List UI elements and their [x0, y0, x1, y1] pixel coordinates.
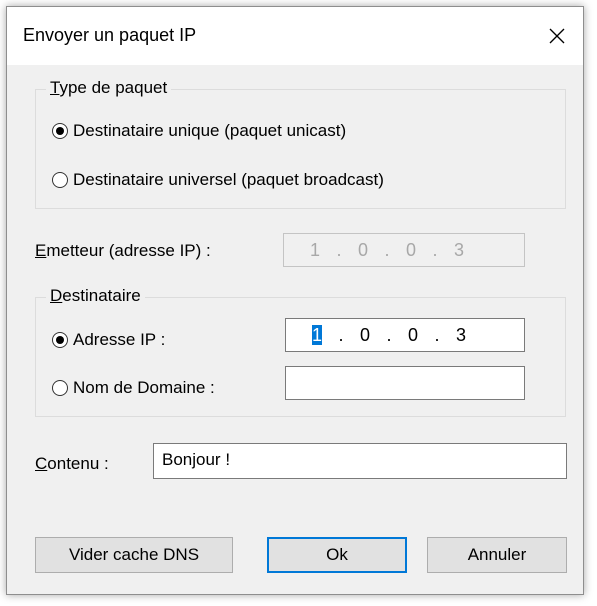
- cancel-button[interactable]: Annuler: [427, 537, 567, 573]
- sender-ip-octet-4: 3: [453, 239, 464, 260]
- clear-dns-cache-button[interactable]: Vider cache DNS: [35, 537, 233, 573]
- sender-label: Emetteur (adresse IP) :: [35, 241, 211, 260]
- sender-ip-octet-2: 0: [357, 239, 368, 260]
- radio-unicast-indicator[interactable]: [52, 123, 68, 139]
- radio-ip-address-label: Adresse IP :: [73, 330, 166, 349]
- sender-ip-octet-1: 1: [309, 239, 320, 260]
- radio-unicast-label: Destinataire unique (paquet unicast): [73, 121, 347, 140]
- content-input[interactable]: Bonjour !: [153, 443, 567, 479]
- ok-button[interactable]: Ok: [267, 537, 407, 573]
- recipient-ip-field[interactable]: 1.0.0.3: [285, 318, 525, 352]
- window-title: Envoyer un paquet IP: [23, 25, 197, 45]
- radio-domain-name-label: Nom de Domaine :: [73, 378, 215, 397]
- recipient-ip-octet-3[interactable]: 0: [400, 325, 426, 346]
- packet-type-legend: Type de paquet: [46, 78, 172, 98]
- radio-unicast[interactable]: Destinataire unique (paquet unicast): [52, 121, 346, 141]
- content-value: Bonjour !: [162, 450, 231, 469]
- packet-type-group: Type de paquet: [35, 78, 566, 209]
- sender-ip-field: 1.0.0.3: [283, 233, 525, 267]
- radio-domain-name[interactable]: Nom de Domaine :: [52, 378, 215, 398]
- recipient-ip-octet-4[interactable]: 3: [448, 325, 474, 346]
- close-button[interactable]: [531, 7, 583, 65]
- recipient-ip-octet-2[interactable]: 0: [352, 325, 378, 346]
- recipient-ip-octet-1[interactable]: 1: [304, 324, 330, 346]
- domain-name-input[interactable]: [285, 366, 525, 400]
- content-label: Contenu :: [35, 454, 109, 473]
- radio-domain-name-indicator[interactable]: [52, 380, 68, 396]
- title-bar[interactable]: Envoyer un paquet IP: [7, 7, 583, 65]
- radio-broadcast[interactable]: Destinataire universel (paquet broadcast…: [52, 170, 384, 190]
- radio-ip-address[interactable]: Adresse IP :: [52, 330, 165, 350]
- dialog-window: Envoyer un paquet IP Type de paquet Dest…: [6, 6, 584, 595]
- sender-ip-octet-3: 0: [405, 239, 416, 260]
- radio-broadcast-label: Destinataire universel (paquet broadcast…: [73, 170, 384, 189]
- radio-broadcast-indicator[interactable]: [52, 172, 68, 188]
- close-icon: [549, 28, 565, 44]
- recipient-legend: Destinataire: [46, 286, 145, 306]
- radio-ip-address-indicator[interactable]: [52, 332, 68, 348]
